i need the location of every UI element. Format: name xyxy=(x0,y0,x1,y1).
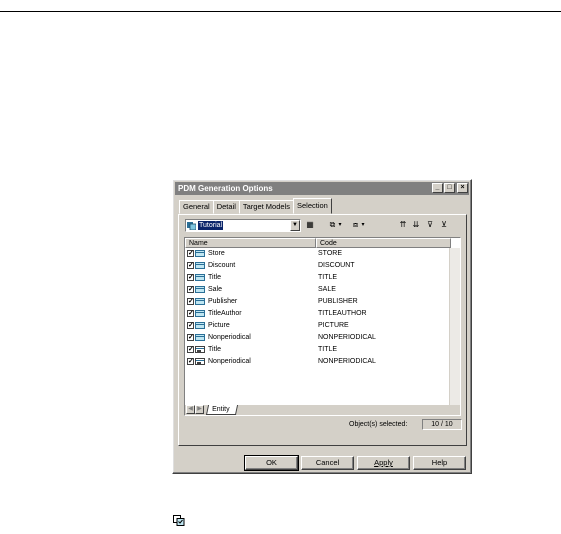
row-name: TitleAuthor xyxy=(208,310,242,317)
entity-shortcut-icon xyxy=(195,358,205,365)
table-row[interactable]: ✓ Nonperiodical NONPERIODICAL xyxy=(185,356,460,368)
move-to-bottom-icon[interactable]: ⇊ xyxy=(411,219,421,231)
row-code: TITLEAUTHOR xyxy=(318,310,367,317)
tab-detail[interactable]: Detail xyxy=(212,200,240,214)
vertical-scrollbar[interactable] xyxy=(449,248,460,415)
objects-selected-label: Object(s) selected: xyxy=(349,421,408,428)
cancel-button[interactable]: Cancel xyxy=(301,456,354,470)
move-to-top-icon[interactable]: ⇈ xyxy=(398,219,408,231)
row-checkbox[interactable]: ✓ xyxy=(187,262,194,269)
row-name: Title xyxy=(208,274,221,281)
apply-button[interactable]: Apply xyxy=(357,456,410,470)
ok-button[interactable]: OK xyxy=(244,455,299,471)
row-checkbox[interactable]: ✓ xyxy=(187,250,194,257)
entity-shortcut-icon xyxy=(195,346,205,353)
sheet-tabs-bar: ◀ ▶ Entity xyxy=(185,405,460,415)
table-row[interactable]: ✓ Nonperiodical NONPERIODICAL xyxy=(185,332,460,344)
object-list[interactable]: Name Code ✓ Store STORE ✓ Discount DISCO… xyxy=(184,237,461,416)
top-divider xyxy=(0,11,561,12)
entity-icon xyxy=(195,322,205,329)
table-row[interactable]: ✓ Picture PICTURE xyxy=(185,320,460,332)
selection-panel: Tutorial ▼ ▦ ⧉ ▾ ⧈ ▾ ⇈ ⇊ ⊽ ⊻ Name Code ✓… xyxy=(178,214,467,446)
row-code: PUBLISHER xyxy=(318,298,358,305)
row-name: Store xyxy=(208,250,225,257)
deselect-all-dropdown-icon[interactable]: ▾ xyxy=(360,219,366,231)
properties-icon[interactable]: ▦ xyxy=(305,219,315,231)
maximize-button[interactable]: □ xyxy=(444,183,455,193)
dialog-titlebar[interactable]: PDM Generation Options _ □ × xyxy=(175,182,469,195)
row-checkbox[interactable]: ✓ xyxy=(187,358,194,365)
select-all-dropdown-icon[interactable]: ▾ xyxy=(337,219,343,231)
chevron-down-icon[interactable]: ▼ xyxy=(290,220,300,231)
row-code: DISCOUNT xyxy=(318,262,355,269)
sheet-tab-entity[interactable]: Entity xyxy=(205,405,238,415)
row-checkbox[interactable]: ✓ xyxy=(187,322,194,329)
entity-icon xyxy=(195,310,205,317)
scroll-right-icon[interactable]: ▶ xyxy=(195,405,204,414)
column-header-name[interactable]: Name xyxy=(185,238,316,248)
filter-icon[interactable]: ⊽ xyxy=(425,219,435,231)
row-name: Nonperiodical xyxy=(208,334,251,341)
row-checkbox[interactable]: ✓ xyxy=(187,274,194,281)
dialog-tabs: General Detail Target Models Selection xyxy=(179,198,332,214)
entity-icon xyxy=(195,274,205,281)
row-name: Sale xyxy=(208,286,223,293)
row-checkbox[interactable]: ✓ xyxy=(187,286,194,293)
row-code: TITLE xyxy=(318,274,338,281)
table-row[interactable]: ✓ Discount DISCOUNT xyxy=(185,260,460,272)
minimize-button[interactable]: _ xyxy=(432,183,443,193)
entity-icon xyxy=(195,334,205,341)
model-select-value: Tutorial xyxy=(198,221,224,230)
close-button[interactable]: × xyxy=(457,183,468,193)
grid-header: Name Code xyxy=(185,238,460,248)
row-checkbox[interactable]: ✓ xyxy=(187,334,194,341)
help-button[interactable]: Help xyxy=(413,456,466,470)
row-code: SALE xyxy=(318,286,336,293)
row-checkbox[interactable]: ✓ xyxy=(187,298,194,305)
table-row[interactable]: ✓ Store STORE xyxy=(185,248,460,260)
row-code: PICTURE xyxy=(318,322,349,329)
entity-icon xyxy=(195,298,205,305)
table-row[interactable]: ✓ Title TITLE xyxy=(185,344,460,356)
row-name: Discount xyxy=(208,262,236,269)
dialog-title: PDM Generation Options xyxy=(178,184,273,193)
table-row[interactable]: ✓ TitleAuthor TITLEAUTHOR xyxy=(185,308,460,320)
table-row[interactable]: ✓ Sale SALE xyxy=(185,284,460,296)
tab-target-models[interactable]: Target Models xyxy=(238,200,294,214)
scroll-left-icon[interactable]: ◀ xyxy=(186,405,195,414)
entity-icon xyxy=(195,262,205,269)
tab-general[interactable]: General xyxy=(179,200,214,214)
clear-filter-icon[interactable]: ⊻ xyxy=(439,219,449,231)
row-name: Picture xyxy=(208,322,230,329)
row-checkbox[interactable]: ✓ xyxy=(187,346,194,353)
pdm-generation-options-dialog: PDM Generation Options _ □ × General Det… xyxy=(172,179,472,474)
model-icon xyxy=(187,222,196,230)
row-name: Title xyxy=(208,346,221,353)
row-code: TITLE xyxy=(318,346,338,353)
tab-selection[interactable]: Selection xyxy=(292,198,332,214)
table-row[interactable]: ✓ Title TITLE xyxy=(185,272,460,284)
row-code: STORE xyxy=(318,250,342,257)
column-header-code[interactable]: Code xyxy=(316,238,451,248)
entity-icon xyxy=(195,250,205,257)
row-code: NONPERIODICAL xyxy=(318,358,376,365)
row-name: Publisher xyxy=(208,298,238,305)
row-code: NONPERIODICAL xyxy=(318,334,376,341)
selection-toolbar: Tutorial ▼ ▦ ⧉ ▾ ⧈ ▾ ⇈ ⇊ ⊽ ⊻ xyxy=(185,219,462,233)
entity-icon xyxy=(195,286,205,293)
row-checkbox[interactable]: ✓ xyxy=(187,310,194,317)
model-select[interactable]: Tutorial ▼ xyxy=(185,219,301,232)
select-all-icon xyxy=(173,515,185,526)
objects-selected-count: 10 / 10 xyxy=(422,419,462,430)
table-row[interactable]: ✓ Publisher PUBLISHER xyxy=(185,296,460,308)
row-name: Nonperiodical xyxy=(208,358,251,365)
